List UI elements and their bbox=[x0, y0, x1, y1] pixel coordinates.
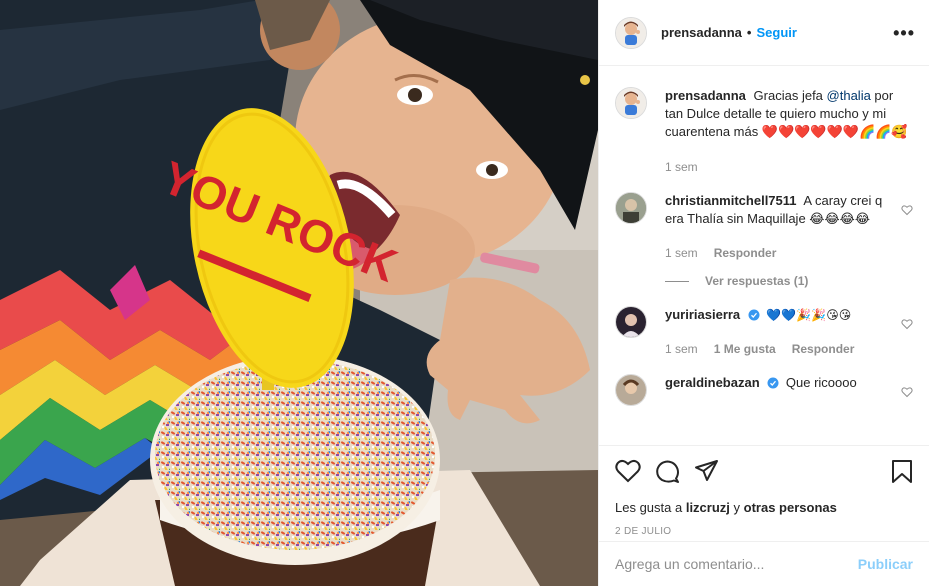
likes-user[interactable]: lizcruzj bbox=[686, 500, 730, 515]
comment-username[interactable]: christianmitchell7511 bbox=[665, 193, 797, 208]
action-icons bbox=[615, 458, 913, 484]
comment-input[interactable] bbox=[615, 556, 858, 572]
reply-button[interactable]: Responder bbox=[714, 244, 777, 262]
comment-heart-icon[interactable] bbox=[901, 318, 913, 330]
share-icon[interactable] bbox=[694, 459, 719, 483]
author-username[interactable]: prensadanna bbox=[661, 25, 742, 40]
comment-time[interactable]: 1 sem bbox=[665, 340, 698, 358]
caption-username[interactable]: prensadanna bbox=[665, 88, 746, 103]
avatar-cartoon-icon bbox=[616, 88, 646, 118]
verified-icon bbox=[767, 377, 779, 389]
reply-button[interactable]: Responder bbox=[792, 340, 855, 358]
view-replies-label: Ver respuestas (1) bbox=[705, 274, 809, 288]
caption-body: prensadanna Gracias jefa @thalia por tan… bbox=[665, 87, 913, 176]
post-header: prensadanna • Seguir ••• bbox=[599, 0, 929, 66]
commenter-avatar[interactable] bbox=[615, 306, 647, 338]
caption-meta: 1 sem bbox=[665, 158, 913, 176]
comment-item: christianmitchell7511 A caray crei q era… bbox=[615, 192, 913, 262]
caption-avatar[interactable] bbox=[615, 87, 647, 119]
replies-line bbox=[665, 280, 689, 282]
avatar-photo-icon bbox=[616, 375, 646, 405]
add-comment-bar: Publicar bbox=[599, 541, 929, 586]
post-image: YOU ROCK bbox=[0, 0, 598, 586]
comment-username[interactable]: geraldinebazan bbox=[665, 375, 760, 390]
verified-icon bbox=[748, 309, 760, 321]
post-photo[interactable]: YOU ROCK bbox=[0, 0, 598, 586]
comment-likes[interactable]: 1 Me gusta bbox=[714, 340, 776, 358]
post-actions: Les gusta a lizcruzj y otras personas 2 … bbox=[599, 445, 929, 537]
comment-heart-icon[interactable] bbox=[901, 386, 913, 398]
follow-button[interactable]: Seguir bbox=[756, 25, 796, 40]
caption-emojis: ❤️❤️❤️❤️❤️❤️🌈🌈🥰 bbox=[761, 125, 908, 140]
comment-meta: 1 sem Responder bbox=[665, 244, 893, 262]
post-panel: prensadanna • Seguir ••• prensadanna Gra… bbox=[598, 0, 929, 586]
comment-text: 💙💙🎉🎉😘😘 bbox=[766, 308, 852, 322]
comments-list[interactable]: prensadanna Gracias jefa @thalia por tan… bbox=[599, 67, 929, 445]
post-date[interactable]: 2 DE JULIO bbox=[615, 526, 913, 537]
heart-icon[interactable] bbox=[615, 459, 641, 483]
comment-body: christianmitchell7511 A caray crei q era… bbox=[665, 192, 913, 262]
avatar-photo-icon bbox=[616, 193, 646, 223]
comment-meta: 1 sem 1 Me gusta Responder bbox=[665, 340, 893, 358]
comment-icon[interactable] bbox=[655, 459, 680, 484]
comment-item: yuririasierra 💙💙🎉🎉😘😘 1 sem 1 Me gusta Re… bbox=[615, 306, 913, 358]
comment-body: yuririasierra 💙💙🎉🎉😘😘 1 sem 1 Me gusta Re… bbox=[665, 306, 913, 358]
comment-heart-icon[interactable] bbox=[901, 204, 913, 216]
comment-text: Que ricoooo bbox=[785, 375, 857, 390]
publish-button[interactable]: Publicar bbox=[858, 556, 913, 572]
bookmark-icon[interactable] bbox=[891, 459, 913, 484]
commenter-avatar[interactable] bbox=[615, 192, 647, 224]
separator-dot: • bbox=[746, 25, 752, 40]
commenter-avatar[interactable] bbox=[615, 374, 647, 406]
likes-others[interactable]: otras personas bbox=[744, 500, 837, 515]
comment-item: geraldinebazan Que ricoooo bbox=[615, 374, 913, 406]
caption-time[interactable]: 1 sem bbox=[665, 158, 698, 176]
view-replies-button[interactable]: Ver respuestas (1) bbox=[665, 274, 913, 288]
caption: prensadanna Gracias jefa @thalia por tan… bbox=[615, 87, 913, 176]
caption-text-before: Gracias jefa bbox=[753, 88, 827, 103]
comment-body: geraldinebazan Que ricoooo bbox=[665, 374, 913, 406]
avatar-photo-icon bbox=[616, 307, 646, 337]
comment-time[interactable]: 1 sem bbox=[665, 244, 698, 262]
likes-middle: y bbox=[729, 500, 744, 515]
author-avatar[interactable] bbox=[615, 16, 647, 49]
instagram-post: YOU ROCK prensadanna • Seguir ••• prensa… bbox=[0, 0, 929, 586]
caption-mention[interactable]: @thalia bbox=[827, 88, 871, 103]
more-options-icon[interactable]: ••• bbox=[893, 24, 915, 42]
likes-prefix: Les gusta a bbox=[615, 500, 686, 515]
comment-username[interactable]: yuririasierra bbox=[665, 307, 740, 322]
avatar-cartoon-icon bbox=[616, 17, 646, 48]
likes-summary: Les gusta a lizcruzj y otras personas bbox=[615, 500, 913, 515]
